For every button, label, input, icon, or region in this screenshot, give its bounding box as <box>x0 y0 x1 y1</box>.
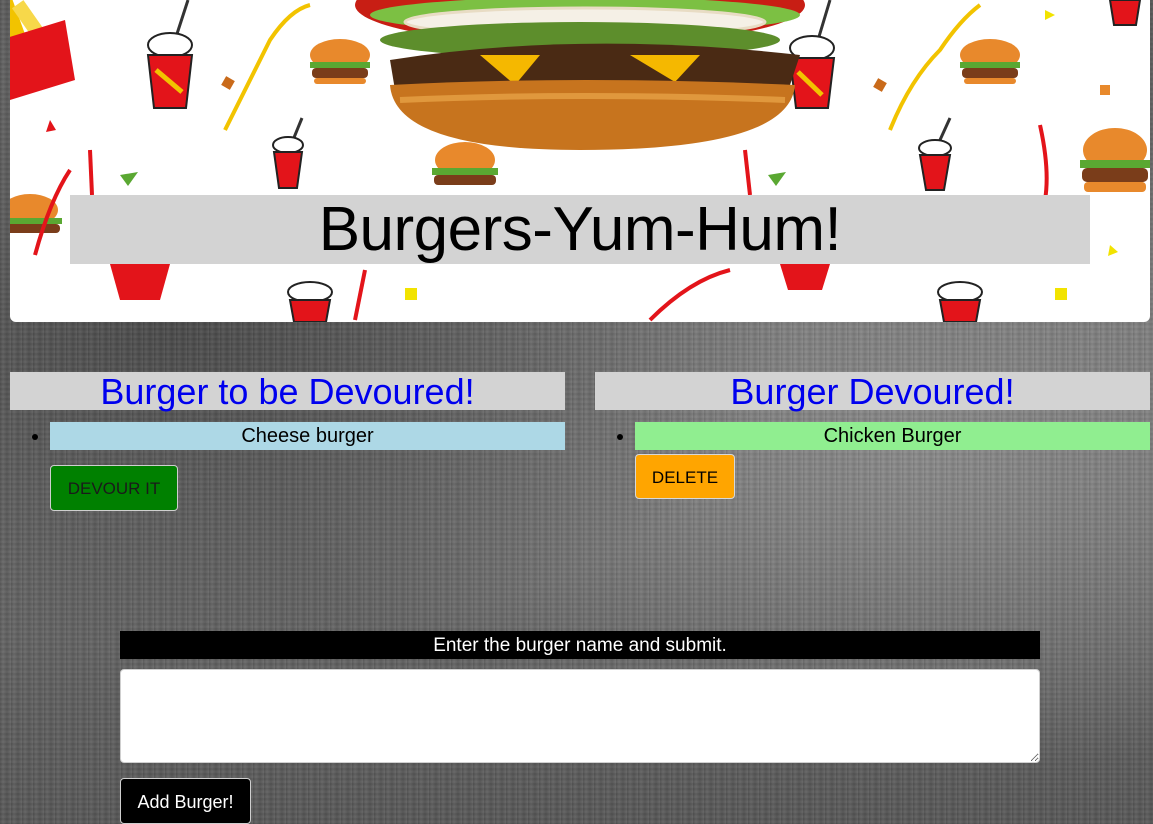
delete-button[interactable]: DELETE <box>635 454 735 499</box>
add-burger-button[interactable]: Add Burger! <box>120 778 251 824</box>
small-burger-icon <box>432 142 498 185</box>
fries-box-icon <box>110 264 170 300</box>
burger-name-input[interactable] <box>120 669 1040 763</box>
food-pattern-background <box>10 0 1150 322</box>
bullet-icon <box>32 434 38 440</box>
drink-cup-icon <box>937 281 983 322</box>
burger-name: Chicken Burger <box>635 422 1150 450</box>
page-title: Burgers-Yum-Hum! <box>70 195 1090 264</box>
devoured-header: Burger Devoured! <box>595 372 1150 412</box>
fries-box-icon <box>780 264 830 290</box>
devour-button[interactable]: DEVOUR IT <box>50 465 178 511</box>
form-label: Enter the burger name and submit. <box>120 631 1040 659</box>
drink-cup-icon <box>1108 0 1142 26</box>
bullet-icon <box>617 434 623 440</box>
drink-cup-icon <box>146 0 194 109</box>
drink-cup-icon <box>287 281 333 322</box>
header-banner: Burgers-Yum-Hum! <box>10 0 1150 322</box>
small-burger-icon <box>310 39 370 84</box>
fries-icon <box>10 0 75 100</box>
burger-name: Cheese burger <box>50 422 565 450</box>
drink-cup-icon <box>272 117 304 189</box>
drink-cup-icon <box>918 117 952 191</box>
to-devour-header: Burger to be Devoured! <box>10 372 565 412</box>
burger-photo <box>355 0 805 150</box>
small-burger-icon <box>960 39 1020 84</box>
small-burger-icon <box>1080 128 1150 192</box>
